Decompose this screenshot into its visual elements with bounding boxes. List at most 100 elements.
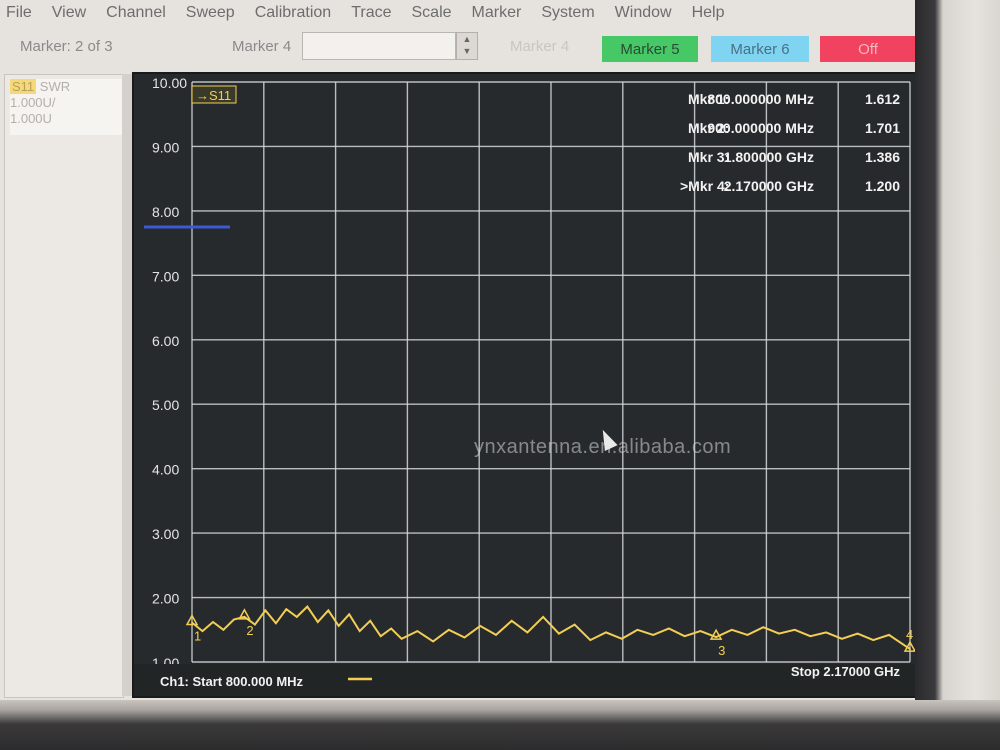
trace-point: [699, 630, 702, 632]
channel-start-label: Ch1: Start 800.000 MHz: [160, 674, 304, 689]
marker-readout-value: 1.612: [865, 91, 900, 107]
trace-point: [668, 627, 670, 630]
trace-point: [416, 630, 419, 632]
trace-point: [888, 634, 890, 636]
analyzer-screen: File View Channel Sweep Calibration Trac…: [0, 0, 922, 707]
marker-readout-frequency: 2.170000 GHz: [724, 178, 814, 194]
y-tick-label: 2.00: [152, 591, 179, 607]
trace-point: [369, 619, 371, 622]
menu-channel[interactable]: Channel: [106, 4, 166, 22]
trace-point: [652, 634, 654, 636]
marker-spinner[interactable]: ▲ ▼: [456, 32, 478, 60]
menu-view[interactable]: View: [52, 4, 86, 22]
y-tick-label: 6.00: [152, 333, 179, 349]
y-tick-label: 10.00: [152, 75, 187, 91]
trace-point: [222, 628, 225, 631]
marker-number-label: 3: [718, 643, 725, 658]
trace-point: [337, 625, 340, 627]
trace-point: [715, 636, 717, 638]
trace-point: [275, 622, 277, 625]
trace-point: [495, 634, 497, 636]
y-tick-label: 5.00: [152, 397, 179, 413]
menu-help[interactable]: Help: [692, 4, 725, 22]
marker-readout-value: 1.200: [865, 178, 900, 194]
trace-point: [432, 640, 434, 643]
trace-point: [793, 628, 796, 631]
trace-point: [589, 639, 592, 641]
marker-readout-label: >Mkr 4:: [680, 178, 729, 194]
menu-system[interactable]: System: [541, 4, 594, 22]
trace-panel: S11 SWR 1.000U/ 1.000U: [4, 74, 124, 698]
swr-chart: 1.002.003.004.005.006.007.008.009.0010.0…: [134, 75, 920, 696]
trace-point: [510, 619, 513, 622]
off-button[interactable]: Off: [820, 36, 916, 62]
trace-point: [909, 648, 911, 650]
y-tick-label: 9.00: [152, 139, 179, 155]
trace-point: [762, 626, 765, 628]
menu-bar: File View Channel Sweep Calibration Trac…: [0, 0, 920, 26]
menu-file[interactable]: File: [6, 4, 32, 22]
marker6-button[interactable]: Marker 6: [711, 36, 809, 62]
spin-down-icon[interactable]: ▼: [457, 45, 477, 57]
trace-point: [825, 631, 827, 634]
trace-point: [448, 628, 450, 631]
trace-point: [841, 638, 843, 640]
menu-scale[interactable]: Scale: [412, 4, 452, 22]
marker-number-label: 2: [246, 623, 253, 638]
marker-field-label: Marker 4: [232, 38, 292, 55]
trace-tag: S11: [10, 79, 37, 94]
trace-point: [809, 635, 812, 638]
trace-point: [400, 638, 403, 640]
trace-point: [306, 605, 309, 608]
marker-value-input[interactable]: [302, 32, 456, 60]
plot-area[interactable]: 1.00 2.00 3.00 4.00 5.00 6.00 7.00 8.00 9.00 10.0…: [132, 72, 922, 698]
trace-point: [463, 636, 466, 639]
menu-marker[interactable]: Marker: [472, 4, 522, 22]
marker-number-label: 4: [906, 627, 913, 642]
trace-info[interactable]: S11 SWR 1.000U/ 1.000U: [10, 79, 122, 135]
menu-sweep[interactable]: Sweep: [186, 4, 235, 22]
trace-point: [264, 609, 267, 612]
marker-readout-value: 1.386: [865, 149, 900, 165]
y-tick-label: 3.00: [152, 526, 179, 542]
monitor-bezel-bottom: [0, 700, 1000, 750]
trace-reference: 1.000U: [10, 111, 52, 126]
trace-point: [636, 628, 639, 631]
trace-point: [296, 616, 298, 618]
trace-point: [620, 638, 623, 640]
trace-point: [573, 623, 576, 626]
trace-point: [201, 630, 204, 632]
trace-point: [746, 634, 749, 636]
trace-point: [605, 631, 607, 634]
y-tick-label: 8.00: [152, 204, 179, 220]
stop-frequency-label: Stop 2.17000 GHz: [791, 664, 901, 679]
trace-scale-per-div: 1.000U/: [10, 95, 56, 110]
y-tick-label: 7.00: [152, 268, 179, 284]
trace-point: [379, 635, 382, 638]
trace-point: [856, 632, 859, 635]
trace-point: [254, 623, 256, 626]
marker-toolbar: Marker: 2 of 3 Marker 4 ▲ ▼ Marker 4 Mar…: [0, 28, 920, 66]
trace-point: [872, 639, 875, 641]
menu-calibration[interactable]: Calibration: [255, 4, 331, 22]
trace-point: [348, 613, 351, 616]
trace-point: [316, 621, 319, 623]
monitor-bezel-right: [915, 0, 1000, 750]
menu-window[interactable]: Window: [615, 4, 672, 22]
trace-point: [233, 618, 235, 621]
trace-point: [191, 621, 193, 624]
menu-trace[interactable]: Trace: [351, 4, 391, 22]
marker-readout-value: 1.701: [865, 120, 900, 136]
trace-point: [683, 635, 686, 638]
trace-tag-label: →S11: [196, 88, 231, 103]
spin-up-icon[interactable]: ▲: [457, 33, 477, 45]
marker5-button[interactable]: Marker 5: [602, 36, 698, 62]
trace-point: [542, 616, 544, 618]
trace-format: SWR: [39, 79, 71, 94]
trace-point: [558, 632, 560, 635]
trace-point: [479, 625, 482, 627]
panel-divider: [122, 74, 132, 696]
trace-point: [778, 632, 780, 635]
trace-point: [731, 628, 733, 631]
marker-count-label: Marker: 2 of 3: [20, 38, 113, 55]
